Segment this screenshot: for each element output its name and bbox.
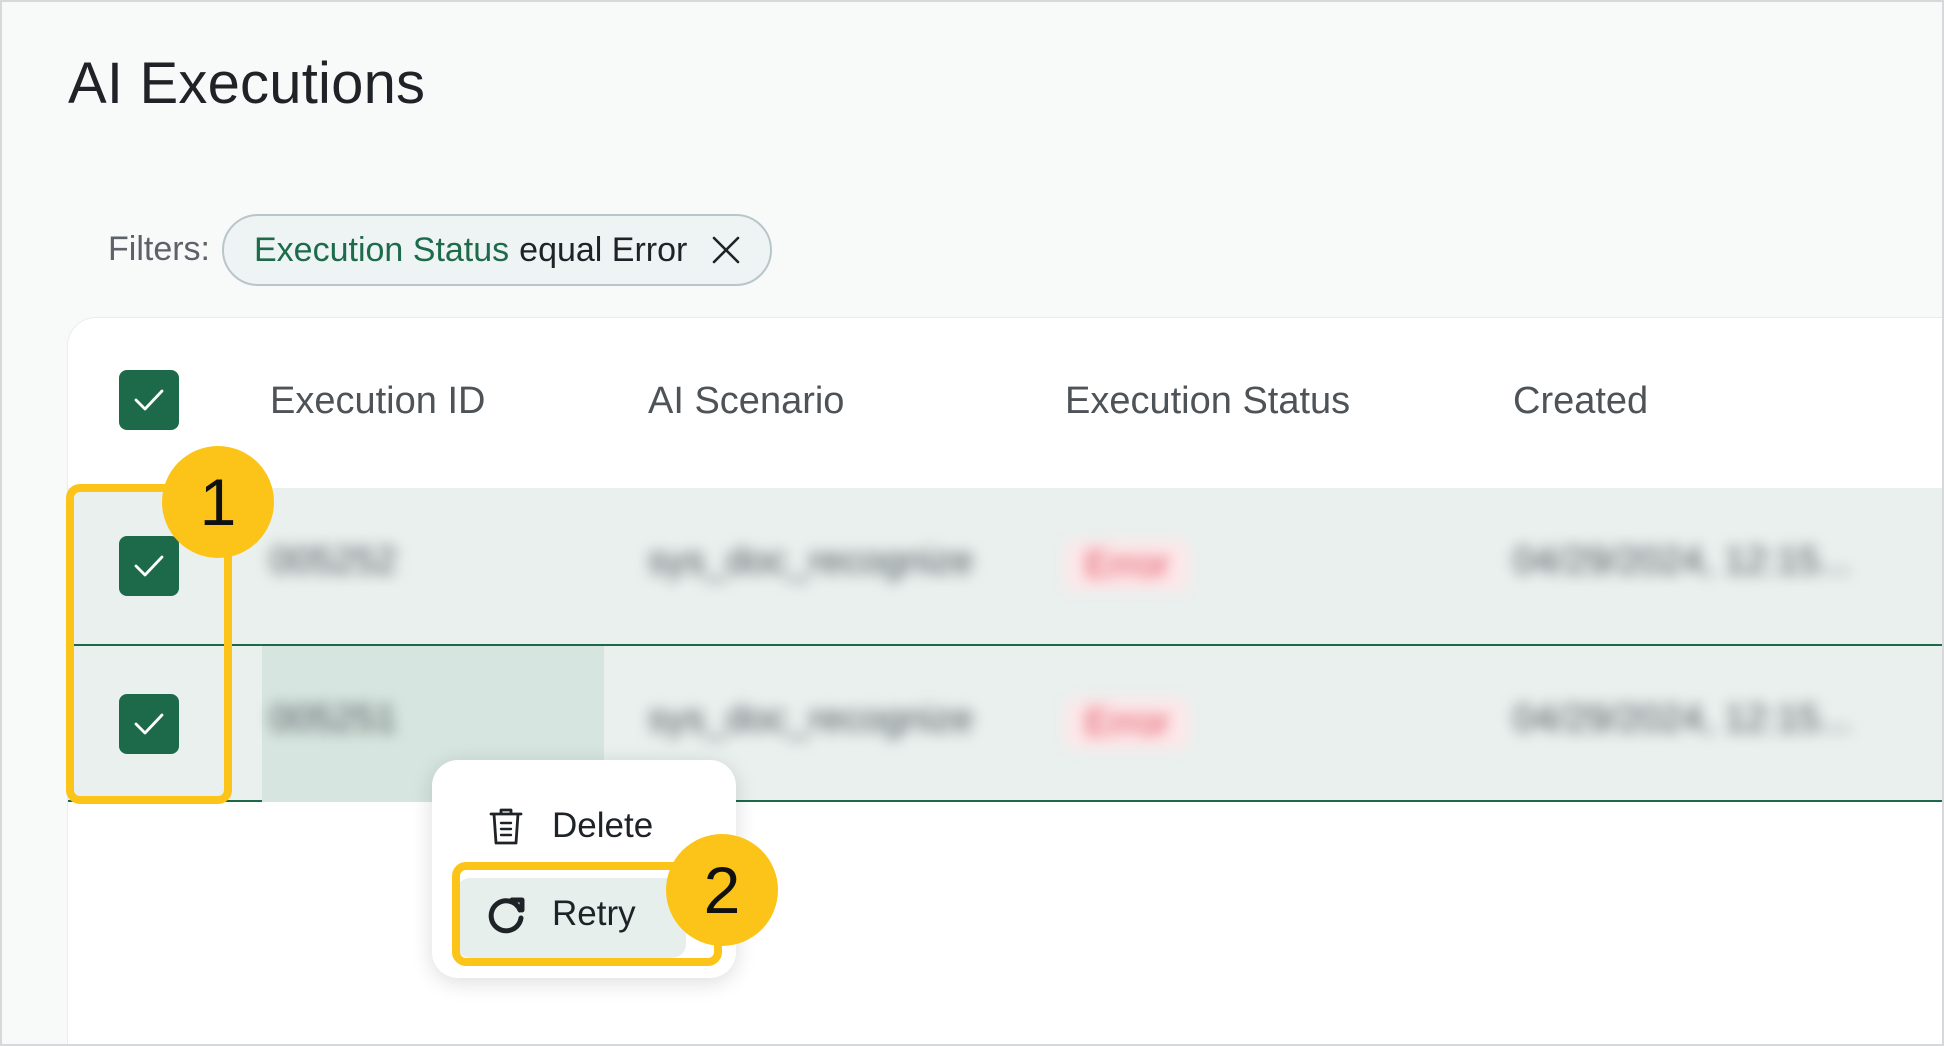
annotation-badge-2: 2: [666, 834, 778, 946]
column-header-created[interactable]: Created: [1513, 380, 1648, 423]
column-header-execution-id[interactable]: Execution ID: [270, 380, 485, 423]
annotation-badge-1: 1: [162, 446, 274, 558]
column-header-ai-scenario[interactable]: AI Scenario: [648, 380, 844, 423]
trash-icon: [482, 802, 530, 850]
filters-label: Filters:: [108, 230, 210, 268]
table-row[interactable]: 005251 sys_doc_recognize Error 04/29/202…: [68, 646, 1942, 802]
cell-ai-scenario: sys_doc_recognize: [648, 698, 974, 740]
cell-ai-scenario: sys_doc_recognize: [648, 540, 974, 582]
executions-table: Execution ID AI Scenario Execution Statu…: [68, 318, 1942, 1044]
filter-chip[interactable]: Execution Status equal Error: [222, 214, 772, 286]
delete-label: Delete: [552, 806, 654, 845]
delete-menu-item[interactable]: Delete: [482, 802, 653, 850]
check-icon: [134, 389, 164, 411]
column-header-execution-status[interactable]: Execution Status: [1065, 380, 1350, 423]
cell-created: 04/29/2024, 12:15...: [1513, 698, 1852, 740]
status-badge: Error: [1065, 540, 1190, 591]
status-badge: Error: [1065, 698, 1190, 749]
filter-chip-condition: equal Error: [519, 230, 688, 269]
select-all-checkbox[interactable]: [119, 370, 179, 430]
cell-execution-id: 005252: [270, 540, 397, 582]
cell-created: 04/29/2024, 12:15...: [1513, 540, 1852, 582]
app-window: AI Executions Filters: Execution Status …: [0, 0, 1944, 1046]
table-header: Execution ID AI Scenario Execution Statu…: [68, 318, 1942, 488]
table-row[interactable]: 005252 sys_doc_recognize Error 04/29/202…: [68, 488, 1942, 644]
close-icon[interactable]: [711, 235, 741, 265]
filter-chip-field: Execution Status: [254, 230, 510, 269]
page-title: AI Executions: [68, 51, 426, 116]
cell-execution-id: 005251: [270, 698, 397, 740]
